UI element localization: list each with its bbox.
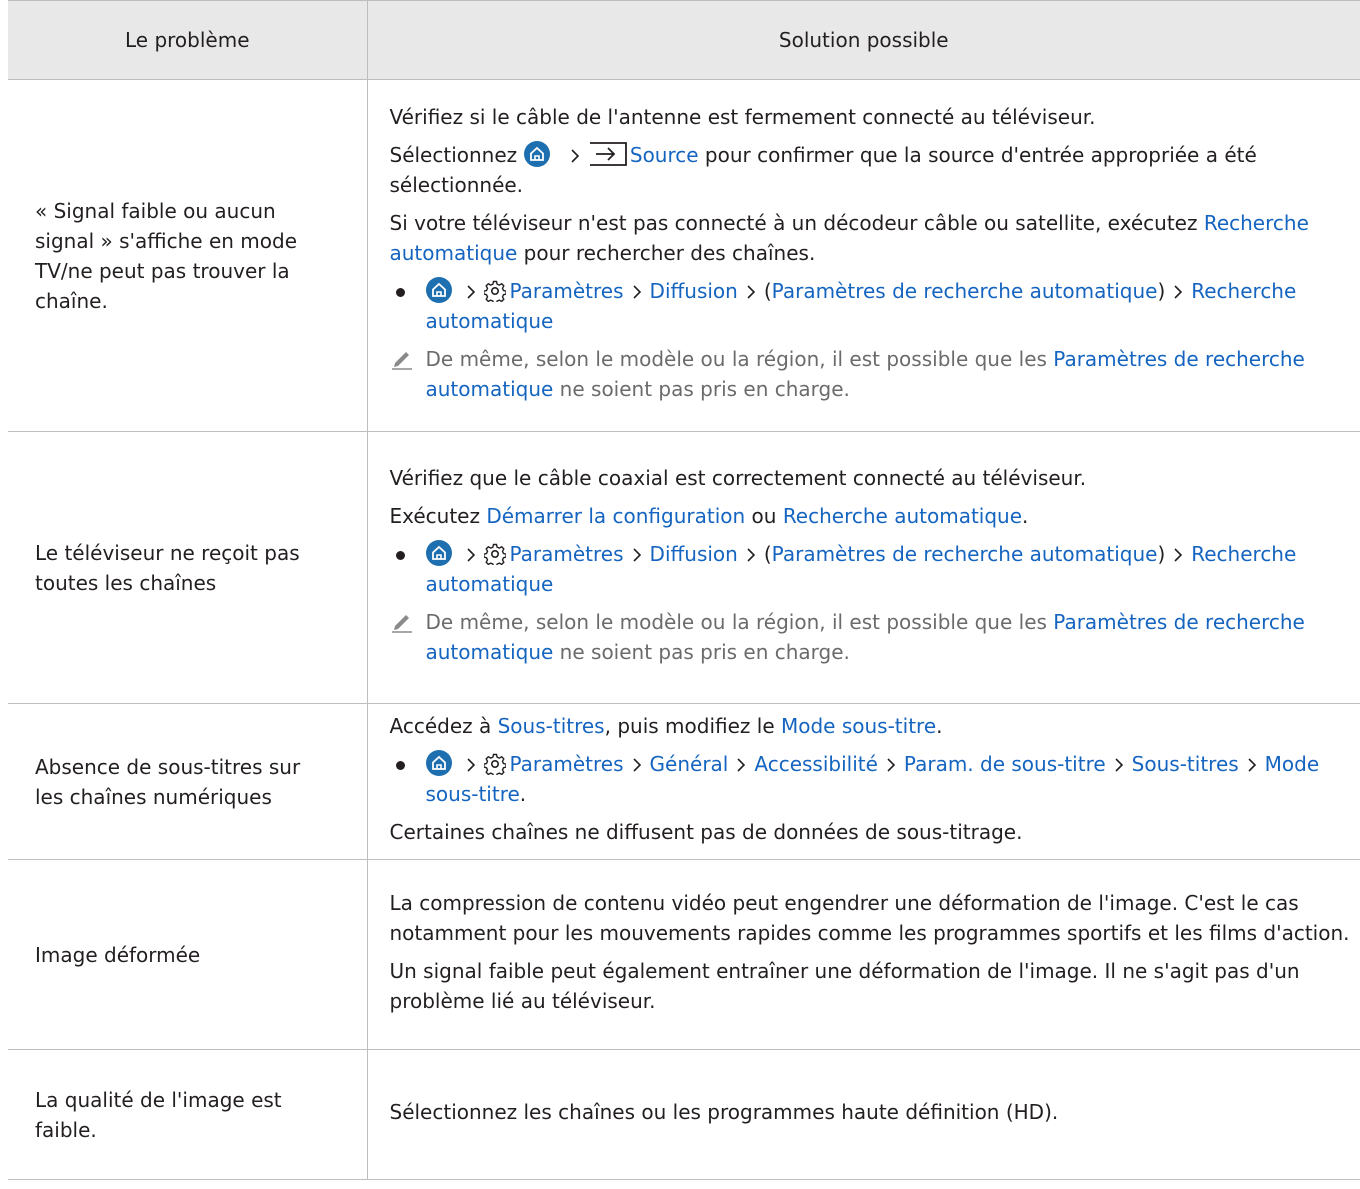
gear-icon — [483, 280, 506, 302]
solution-text: Sélectionnez Source pour confirmer que l… — [389, 141, 1257, 197]
note: De même, selon le modèle ou la région, i… — [390, 344, 1360, 404]
chevron-right-icon — [466, 548, 475, 562]
path-item[interactable]: Paramètres de recherche automatique — [772, 279, 1158, 303]
path-item[interactable]: Paramètres — [510, 279, 624, 303]
note: De même, selon le modèle ou la région, i… — [390, 607, 1360, 667]
header-solution: Solution possible — [367, 0, 1360, 80]
solution-text: Un signal faible peut également entraîne… — [389, 959, 1300, 1013]
solution-text: Vérifiez si le câble de l'antenne est fe… — [389, 105, 1096, 129]
chevron-right-icon — [747, 548, 755, 562]
source-icon — [589, 142, 627, 166]
bullet — [395, 551, 405, 560]
recherche-automatique-link[interactable]: Recherche automatique — [783, 504, 1022, 528]
sous-titres-link[interactable]: Sous-titres — [498, 714, 605, 738]
menu-path: Paramètres Diffusion (Paramètres de recher… — [390, 539, 1360, 599]
troubleshooting-table: Le problème Solution possible « Signal f… — [8, 0, 1360, 1180]
chevron-right-icon — [1174, 548, 1183, 562]
home-icon — [425, 540, 452, 566]
solution-cell: Vérifiez si le câble de l'antenne est fe… — [367, 79, 1360, 432]
path-item[interactable]: Paramètres de recherche automatique — [772, 542, 1158, 566]
solution-text: Accédez à Sous-titres, puis modifiez le … — [389, 714, 943, 738]
path-item[interactable]: Diffusion — [650, 542, 738, 566]
chevron-right-icon — [1174, 285, 1183, 299]
chevron-right-icon — [466, 285, 475, 299]
home-icon — [523, 141, 550, 167]
table-row: Image déformée La compression de contenu… — [8, 859, 1360, 1050]
problem-cell: Le téléviseur ne reçoit pas toutes les c… — [8, 431, 368, 704]
menu-path: Paramètres Général Accessibilité Param. de … — [390, 749, 1360, 809]
problem-cell: Image déformée — [8, 859, 368, 1050]
problem-cell: « Signal faible ou aucun signal » s'affi… — [8, 79, 368, 432]
pencil-note-icon — [391, 352, 412, 370]
solution-cell: La compression de contenu vidéo peut eng… — [367, 859, 1360, 1050]
solution-text: Exécutez Démarrer la configuration ou Re… — [389, 504, 1029, 528]
table-row: Absence de sous-titres sur les chaînes n… — [8, 703, 1360, 860]
path-item[interactable]: Accessibilité — [754, 752, 878, 776]
chevron-right-icon — [632, 548, 641, 562]
solution-cell: Sélectionnez les chaînes ou les programm… — [367, 1049, 1360, 1180]
table-header-row: Le problème Solution possible — [8, 0, 1360, 80]
bullet — [395, 288, 405, 297]
problem-cell: La qualité de l'image est faible. — [8, 1049, 368, 1180]
mode-sous-titre-link[interactable]: Mode sous-titre — [781, 714, 936, 738]
gear-icon — [483, 753, 506, 775]
path-item[interactable]: Général — [650, 752, 729, 776]
path-item[interactable]: Diffusion — [650, 279, 738, 303]
chevron-right-icon — [466, 758, 475, 772]
path-item[interactable]: Paramètres — [510, 542, 624, 566]
solution-text: La compression de contenu vidéo peut eng… — [389, 891, 1350, 945]
bullet — [395, 761, 405, 770]
source-link[interactable]: Source — [630, 143, 699, 167]
home-icon — [425, 750, 452, 776]
header-problem: Le problème — [8, 0, 368, 80]
chevron-right-icon — [887, 758, 896, 772]
solution-text: Si votre téléviseur n'est pas connecté à… — [389, 211, 1309, 265]
table-row: « Signal faible ou aucun signal » s'affi… — [8, 79, 1360, 432]
solution-cell: Vérifiez que le câble coaxial est correc… — [367, 431, 1360, 704]
chevron-right-icon — [1248, 758, 1256, 772]
chevron-right-icon — [1115, 758, 1123, 772]
home-icon — [425, 277, 452, 303]
path-item[interactable]: Paramètres — [510, 752, 624, 776]
table-row: Le téléviseur ne reçoit pas toutes les c… — [8, 431, 1360, 704]
chevron-right-icon — [632, 758, 641, 772]
solution-text: Sélectionnez les chaînes ou les programm… — [389, 1100, 1059, 1124]
pencil-note-icon — [391, 615, 412, 633]
chevron-right-icon — [747, 285, 755, 299]
solution-text: Vérifiez que le câble coaxial est correc… — [389, 466, 1087, 490]
menu-path: Paramètres Diffusion (Paramètres de recher… — [390, 276, 1360, 336]
chevron-right-icon — [737, 758, 746, 772]
solution-text: Certaines chaînes ne diffusent pas de do… — [389, 820, 1023, 844]
chevron-right-icon — [571, 149, 580, 163]
demarrer-configuration-link[interactable]: Démarrer la configuration — [486, 504, 745, 528]
gear-icon — [483, 543, 506, 565]
path-item[interactable]: Sous-titres — [1132, 752, 1239, 776]
chevron-right-icon — [632, 285, 641, 299]
table-row: La qualité de l'image est faible. Sélect… — [8, 1049, 1360, 1180]
path-item[interactable]: Param. de sous-titre — [904, 752, 1106, 776]
problem-cell: Absence de sous-titres sur les chaînes n… — [8, 703, 368, 860]
solution-cell: Accédez à Sous-titres, puis modifiez le … — [367, 703, 1360, 860]
